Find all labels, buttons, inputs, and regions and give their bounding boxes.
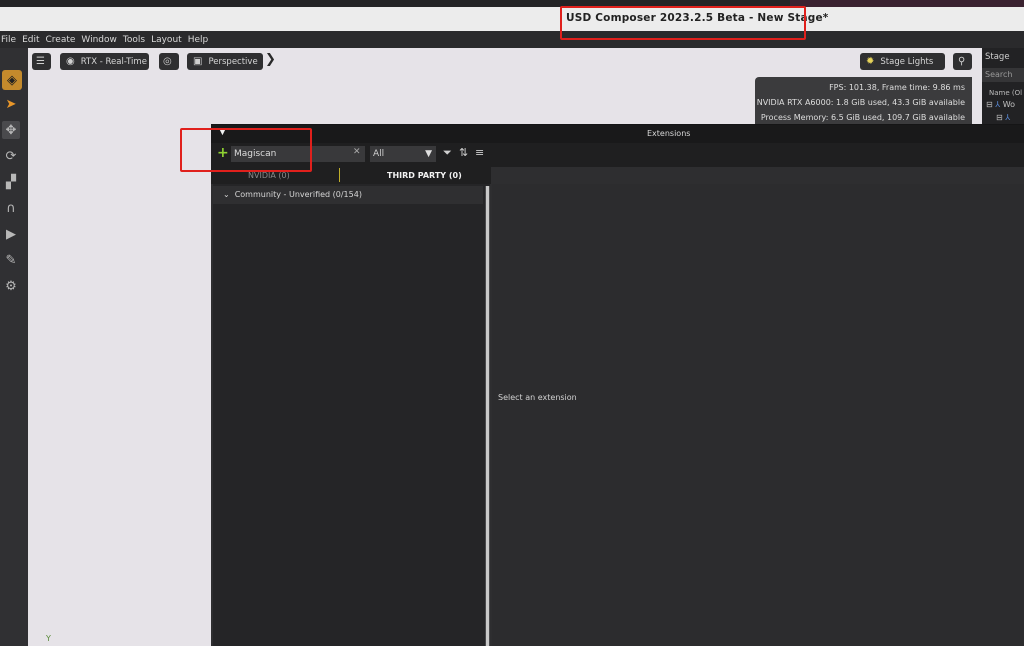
extensions-header: ▼ Extensions — [211, 125, 1024, 143]
camera-icon: ▣ — [193, 56, 203, 67]
group-label: Community - Unverified (0/154) — [234, 190, 362, 199]
menu-icon[interactable]: ≡ — [475, 146, 484, 159]
sun-icon: ✹ — [866, 56, 875, 67]
left-toolbar: ◈ ➤ ✥ ⟳ ▞ ∩ ▶ ✎ ⚙ — [0, 48, 28, 646]
extension-search-input[interactable]: Magiscan — [231, 146, 365, 162]
snap-magnet-icon[interactable]: ∩ — [2, 199, 20, 217]
stats-fps: FPS: 101.38, Frame time: 9.86 ms — [829, 83, 965, 92]
tab-third-party[interactable]: THIRD PARTY (0) — [387, 171, 462, 180]
scale-icon[interactable]: ▞ — [2, 173, 20, 191]
list-scrollbar[interactable] — [485, 186, 490, 646]
extensions-title: Extensions — [647, 129, 691, 138]
stage-row-world[interactable]: ⊟ ⅄ Wo — [986, 100, 1015, 109]
window-title: USD Composer 2023.2.5 Beta - New Stage* — [566, 12, 829, 24]
renderer-label: RTX - Real-Time — [80, 56, 147, 67]
sort-icon[interactable]: ⇅ — [459, 146, 468, 159]
extension-detail-pane: Select an extension — [492, 184, 1024, 646]
tab-nvidia[interactable]: NVIDIA (0) — [248, 171, 290, 180]
xform-child-icon: ⅄ — [1005, 113, 1011, 122]
select-extension-message: Select an extension — [498, 393, 577, 402]
move-icon[interactable]: ✥ — [2, 121, 20, 139]
top-strip-accent — [790, 0, 1024, 7]
play-icon[interactable]: ▶ — [2, 225, 20, 243]
collapse-triangle-icon[interactable]: ▼ — [219, 127, 226, 137]
chevron-down-icon: ⌄ — [223, 190, 230, 199]
stage-name-column[interactable]: Name (Ol — [989, 89, 1022, 97]
extension-list: ⌄ Community - Unverified (0/154) — [213, 184, 490, 646]
logo-icon[interactable]: ◈ — [2, 70, 22, 90]
paint-brush-icon[interactable]: ✎ — [2, 251, 20, 269]
stats-overlay: FPS: 101.38, Frame time: 9.86 ms NVIDIA … — [755, 77, 972, 137]
extensions-toolbar: + Magiscan ✕ All ▼ ⏷ ⇅ ≡ — [211, 143, 1024, 167]
select-arrow-icon[interactable]: ➤ — [2, 95, 20, 113]
renderer-button[interactable]: ◉ RTX - Real-Time — [60, 53, 149, 70]
stage-row-child[interactable]: ⊟ ⅄ — [996, 113, 1010, 122]
menu-file[interactable]: File — [1, 35, 16, 45]
collapse-icon-child[interactable]: ⊟ — [996, 113, 1003, 122]
menu-help[interactable]: Help — [188, 35, 209, 45]
top-strip — [0, 0, 1024, 7]
filter-select-value: All — [373, 149, 385, 159]
xform-icon: ⅄ — [995, 100, 1001, 109]
clear-search-icon[interactable]: ✕ — [353, 147, 361, 157]
menu-layout[interactable]: Layout — [151, 35, 182, 45]
eye-button[interactable]: ◎ — [159, 53, 179, 70]
rotate-icon[interactable]: ⟳ — [2, 147, 20, 165]
title-bar: USD Composer 2023.2.5 Beta - New Stage* — [0, 7, 1024, 31]
axis-y-label: Y — [46, 634, 51, 643]
stats-gpu: NVIDIA RTX A6000: 1.8 GiB used, 43.3 GiB… — [756, 98, 965, 107]
eye-icon: ◎ — [163, 56, 172, 67]
menu-edit[interactable]: Edit — [22, 35, 39, 45]
tab-separator — [339, 168, 340, 182]
caret-down-icon: ▼ — [425, 149, 432, 159]
menu-create[interactable]: Create — [46, 35, 76, 45]
viewport-settings-button[interactable]: ☰ — [32, 53, 51, 70]
sliders-icon: ☰ — [36, 56, 45, 67]
stage-lights-button[interactable]: ✹ Stage Lights — [860, 53, 945, 70]
stats-memory: Process Memory: 6.5 GiB used, 109.7 GiB … — [760, 113, 965, 122]
lightbulb-icon: ◉ — [66, 56, 75, 67]
stage-lights-label: Stage Lights — [880, 56, 934, 67]
group-community-unverified[interactable]: ⌄ Community - Unverified (0/154) — [213, 186, 483, 204]
camera-button[interactable]: ▣ Perspective — [187, 53, 263, 70]
map-pin-icon: ⚲ — [958, 56, 966, 67]
filter-icon[interactable]: ⏷ — [443, 146, 452, 160]
stage-search-input[interactable]: Search — [982, 68, 1024, 82]
menu-tools[interactable]: Tools — [123, 35, 145, 45]
stage-row-label: Wo — [1002, 100, 1016, 109]
camera-label: Perspective — [208, 56, 258, 67]
collapse-icon[interactable]: ⊟ — [986, 100, 993, 109]
stage-title: Stage — [985, 52, 1010, 62]
extension-tabs: NVIDIA (0) THIRD PARTY (0) — [211, 167, 491, 184]
add-extension-icon[interactable]: + — [217, 145, 229, 161]
extension-filter-select[interactable]: All ▼ — [370, 146, 436, 162]
extensions-window: ▼ Extensions + Magiscan ✕ All ▼ ⏷ ⇅ ≡ NVI… — [211, 124, 1024, 646]
chevron-right-icon[interactable]: ❯ — [265, 52, 276, 67]
menu-bar: File Edit Create Window Tools Layout Hel… — [0, 31, 1024, 48]
physics-icon[interactable]: ⚙ — [2, 277, 20, 295]
menu-window[interactable]: Window — [81, 35, 117, 45]
location-button[interactable]: ⚲ — [953, 53, 972, 70]
scrollbar-thumb[interactable] — [486, 186, 489, 646]
